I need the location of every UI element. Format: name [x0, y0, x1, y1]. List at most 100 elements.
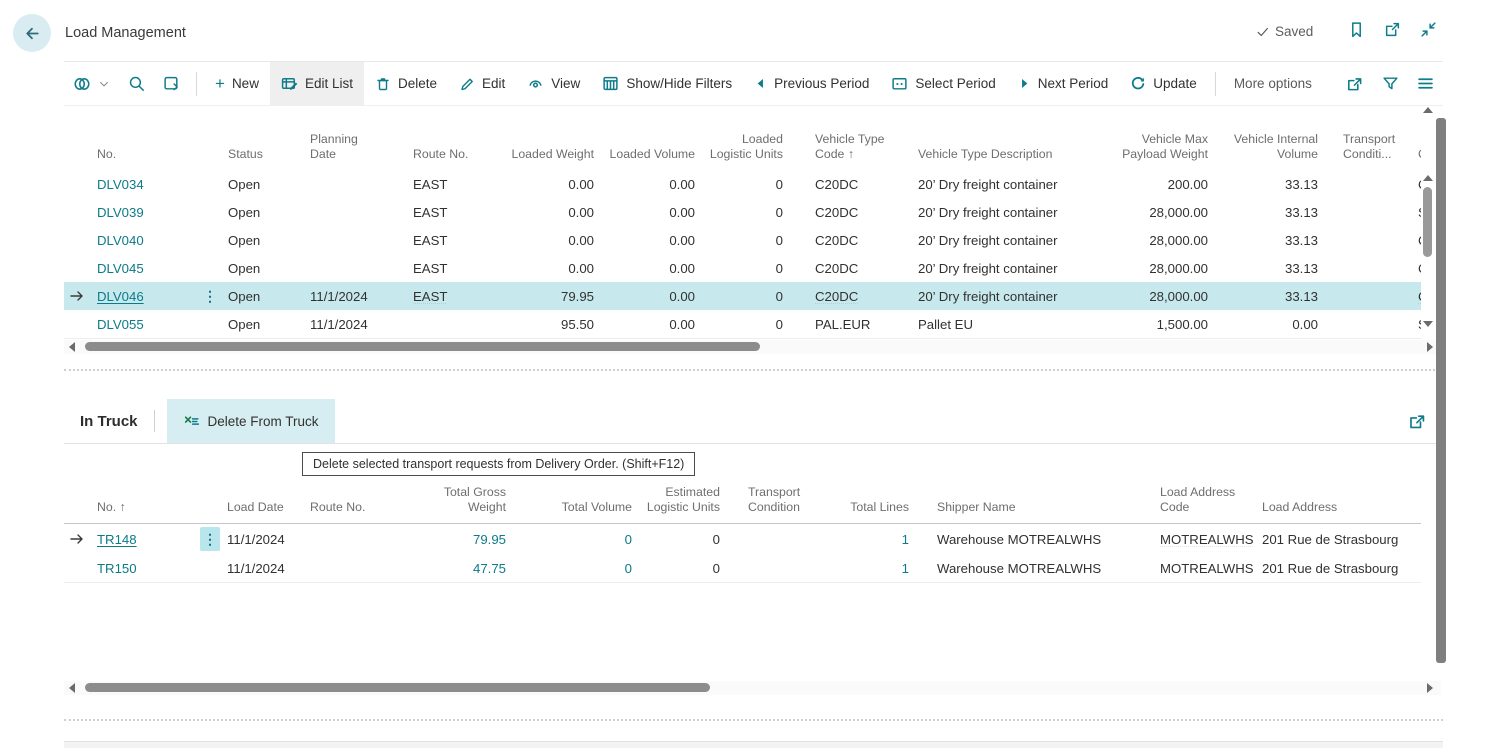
filter-button[interactable] [1373, 75, 1408, 92]
section-separator [64, 719, 1443, 721]
column-header-route-no[interactable]: Route No. [406, 147, 490, 170]
toolbar-divider [1215, 72, 1216, 96]
share-button[interactable] [1337, 75, 1373, 93]
edit-list-label: Edit List [305, 76, 353, 91]
previous-period-label: Previous Period [774, 76, 869, 91]
table-row[interactable]: DLV034 Open EAST 0.00 0.00 0 C20DC 20’ D… [64, 170, 1421, 199]
scroll-left-arrow[interactable] [69, 342, 75, 352]
update-button[interactable]: Update [1119, 62, 1208, 105]
delete-button[interactable]: Delete [364, 62, 448, 105]
lower-horizontal-scrollbar[interactable] [64, 681, 1441, 695]
delete-label: Delete [398, 76, 437, 91]
column-header-no[interactable]: No. [90, 147, 198, 170]
delete-from-truck-label: Delete From Truck [208, 414, 319, 429]
column-header-total-lines[interactable]: Total Lines [835, 500, 917, 523]
bookmark-icon[interactable] [1348, 21, 1365, 38]
previous-period-button[interactable]: Previous Period [743, 62, 880, 105]
minimize-icon[interactable] [1420, 21, 1437, 38]
scroll-right-arrow[interactable] [1427, 342, 1433, 352]
page-vertical-scrollbar[interactable] [1436, 118, 1446, 663]
column-header-vehicle-type-code[interactable]: Vehicle Type Code ↑ [793, 132, 910, 170]
delete-from-truck-button[interactable]: Delete From Truck [167, 399, 335, 443]
column-header-planning-date[interactable]: Planning Date [302, 132, 406, 170]
toggle-list-pane-button[interactable] [1408, 75, 1443, 92]
column-header-transport-condition[interactable]: Transport Conditi... [1328, 132, 1408, 170]
column-header-load-date[interactable]: Load Date [222, 500, 302, 523]
search-button[interactable] [119, 62, 154, 105]
trash-icon [375, 76, 391, 92]
table-row[interactable]: DLV055 Open 11/1/2024 95.50 0.00 0 PAL.E… [64, 310, 1421, 339]
row-ellipsis-menu[interactable]: ⋮ [198, 289, 222, 303]
column-header-estimated-logistic-units[interactable]: Estimated Logistic Units [640, 485, 730, 523]
triangle-right-icon [1018, 77, 1031, 90]
column-header-loaded-weight[interactable]: Loaded Weight [490, 147, 600, 170]
view-label: View [551, 76, 580, 91]
column-header-loaded-volume[interactable]: Loaded Volume [600, 147, 703, 170]
scroll-down-arrow[interactable] [1423, 321, 1433, 327]
delivery-no-link[interactable]: DLV039 [90, 205, 198, 220]
delivery-no-link[interactable]: DLV055 [90, 317, 198, 332]
delivery-no-link[interactable]: DLV040 [90, 233, 198, 248]
menu-icon [1417, 75, 1434, 92]
column-header-load-address-code[interactable]: Load Address Code [1145, 485, 1255, 523]
show-hide-filters-label: Show/Hide Filters [626, 76, 732, 91]
next-period-label: Next Period [1038, 76, 1109, 91]
transport-request-link[interactable]: TR150 [90, 561, 198, 576]
delivery-no-link[interactable]: DLV046 [90, 289, 198, 304]
scrollbar-thumb[interactable] [1423, 187, 1432, 257]
select-period-button[interactable]: Select Period [880, 62, 1006, 105]
switch-view-button[interactable] [64, 62, 119, 105]
analyze-button[interactable] [154, 62, 189, 105]
page-scroll-up-arrow[interactable] [1423, 107, 1433, 113]
next-period-button[interactable]: Next Period [1007, 62, 1120, 105]
upper-vertical-scrollbar[interactable] [1422, 173, 1434, 335]
next-section-edge [64, 741, 1443, 748]
column-header-vehicle-internal-volume[interactable]: Vehicle Internal Volume [1216, 132, 1328, 170]
action-toolbar: + New Edit List Delete Edit View [64, 61, 1443, 106]
edit-list-button[interactable]: Edit List [270, 62, 364, 105]
more-options-button[interactable]: More options [1223, 62, 1323, 105]
column-header-vehicle-max-payload-weight[interactable]: Vehicle Max Payload Weight [1105, 132, 1216, 170]
scroll-up-arrow[interactable] [1423, 175, 1433, 181]
column-header-loaded-logistic-units[interactable]: Loaded Logistic Units [703, 132, 793, 170]
delivery-no-link[interactable]: DLV045 [90, 261, 198, 276]
scroll-right-arrow[interactable] [1427, 683, 1433, 693]
analyze-icon [163, 75, 180, 92]
scroll-left-arrow[interactable] [69, 683, 75, 693]
delivery-no-link[interactable]: DLV034 [90, 177, 198, 192]
column-header-transport-condition[interactable]: Transport Condition [730, 485, 835, 523]
back-arrow-icon [23, 24, 42, 43]
new-button[interactable]: + New [204, 62, 270, 105]
show-hide-filters-button[interactable]: Show/Hide Filters [591, 62, 743, 105]
table-row[interactable]: DLV045 Open EAST 0.00 0.00 0 C20DC 20’ D… [64, 254, 1421, 283]
column-header-no[interactable]: No. ↑ [90, 500, 198, 523]
open-in-new-window-icon[interactable] [1384, 21, 1401, 38]
row-ellipsis-menu[interactable]: ⋮ [200, 527, 220, 551]
column-header-status[interactable]: Status [222, 147, 302, 170]
table-row[interactable]: DLV040 Open EAST 0.00 0.00 0 C20DC 20’ D… [64, 226, 1421, 255]
column-header-vehicle-type-description[interactable]: Vehicle Type Description [910, 147, 1105, 170]
upper-horizontal-scrollbar[interactable] [64, 340, 1441, 354]
column-header-total-volume[interactable]: Total Volume [512, 500, 640, 523]
column-header-total-gross-weight[interactable]: Total Gross Weight [406, 485, 512, 523]
table-row-selected[interactable]: DLV046 ⋮ Open 11/1/2024 EAST 79.95 0.00 … [64, 282, 1421, 311]
edit-label: Edit [482, 76, 505, 91]
scrollbar-thumb[interactable] [85, 342, 760, 351]
column-header-load-address[interactable]: Load Address [1255, 500, 1421, 523]
table-row[interactable]: TR150 11/1/2024 47.75 0 0 1 Warehouse MO… [64, 554, 1421, 583]
header-spacer [64, 163, 90, 170]
search-icon [128, 75, 145, 92]
column-header-shipper-name[interactable]: Shipper Name [917, 500, 1145, 523]
table-row[interactable]: DLV039 Open EAST 0.00 0.00 0 C20DC 20’ D… [64, 198, 1421, 227]
in-truck-section-header: In Truck Delete From Truck [64, 399, 1443, 444]
column-header-route-no[interactable]: Route No. [302, 500, 406, 523]
scrollbar-thumb[interactable] [85, 683, 710, 692]
table-row-selected[interactable]: TR148 ⋮ 11/1/2024 79.95 0 0 1 Warehouse … [64, 524, 1421, 555]
view-button[interactable]: View [516, 62, 591, 105]
back-button[interactable] [13, 14, 51, 52]
filter-grid-icon [602, 75, 619, 92]
transport-request-link[interactable]: TR148 [90, 532, 198, 547]
edit-button[interactable]: Edit [448, 62, 516, 105]
header-spacer [198, 516, 222, 523]
column-header-carrier[interactable]: Carrier [1408, 147, 1421, 170]
